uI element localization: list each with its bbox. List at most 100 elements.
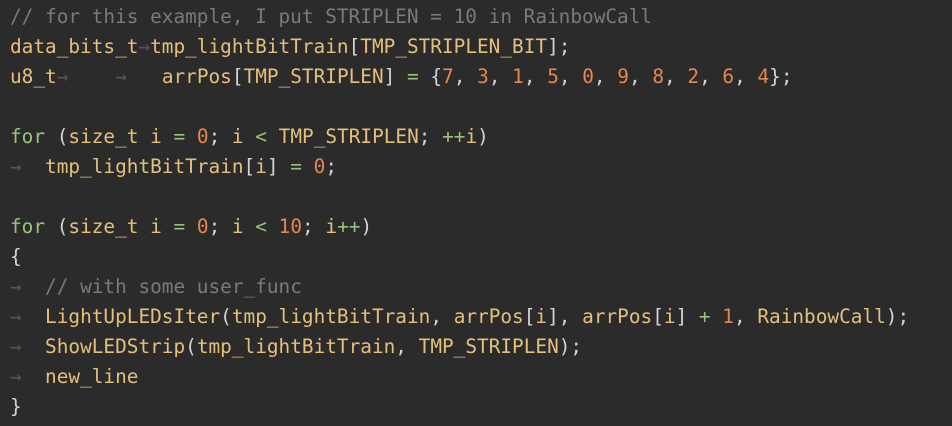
code-punctuation: } bbox=[10, 395, 22, 418]
code-identifier: TMP_STRIPLEN bbox=[243, 65, 384, 88]
code-number: 5 bbox=[547, 65, 559, 88]
code-identifier: i bbox=[150, 215, 162, 238]
code-punctuation: , bbox=[488, 65, 513, 88]
code-punctuation: [ bbox=[652, 305, 664, 328]
tab-marker-icon: → bbox=[56, 65, 69, 88]
code-punctuation: ]; bbox=[547, 35, 571, 58]
code-punctuation: , bbox=[523, 65, 548, 88]
code-line[interactable]: for (size_t i = 0; i < 10; i++) bbox=[0, 212, 952, 242]
code-identifier: i bbox=[535, 305, 548, 328]
code-identifier: i bbox=[325, 215, 338, 238]
code-line[interactable]: → tmp_lightBitTrain[i] = 0; bbox=[0, 152, 952, 182]
code-punctuation: { bbox=[10, 245, 22, 268]
code-line[interactable]: data_bits_t→tmp_lightBitTrain[TMP_STRIPL… bbox=[0, 32, 952, 62]
code-identifier: arrPos bbox=[161, 65, 232, 88]
code-number: 8 bbox=[652, 65, 665, 88]
code-punctuation: , bbox=[664, 65, 688, 88]
code-punctuation: [ bbox=[231, 65, 244, 88]
code-line[interactable]: for (size_t i = 0; i < TMP_STRIPLEN; ++i… bbox=[0, 122, 952, 152]
code-punctuation: , bbox=[734, 65, 758, 88]
code-line-empty[interactable] bbox=[0, 92, 952, 122]
code-identifier: TMP_STRIPLEN bbox=[418, 335, 559, 358]
code-type: size_t bbox=[68, 125, 139, 148]
tab-marker-icon: → bbox=[115, 65, 127, 88]
code-identifier: i bbox=[663, 305, 676, 328]
code-number: 2 bbox=[687, 65, 700, 88]
code-punctuation: ( bbox=[185, 335, 197, 358]
code-function-name: LightUpLEDsIter bbox=[45, 305, 221, 328]
code-punctuation: , bbox=[733, 305, 758, 328]
code-line-empty[interactable] bbox=[0, 182, 952, 212]
code-punctuation: ; bbox=[208, 215, 232, 238]
code-line[interactable]: u8_t→ → arrPos[TMP_STRIPLEN] = {7, 3, 1,… bbox=[0, 62, 952, 92]
code-identifier: i bbox=[465, 125, 478, 148]
code-number: 9 bbox=[617, 65, 629, 88]
code-editor[interactable]: // for this example, I put STRIPLEN = 10… bbox=[0, 0, 952, 426]
code-punctuation: [ bbox=[348, 35, 361, 58]
code-number: 1 bbox=[512, 65, 524, 88]
code-identifier: i bbox=[255, 155, 267, 178]
code-punctuation: ] bbox=[383, 65, 407, 88]
code-number: 6 bbox=[722, 65, 735, 88]
code-operator: < bbox=[255, 125, 267, 148]
code-number: 0 bbox=[196, 215, 209, 238]
code-line[interactable]: → new_line bbox=[0, 362, 952, 392]
code-punctuation: ( bbox=[45, 125, 69, 148]
code-number: 1 bbox=[722, 305, 734, 328]
code-number: 0 bbox=[196, 125, 209, 148]
code-line[interactable]: → // with some user_func bbox=[0, 272, 952, 302]
code-type: u8_t bbox=[10, 65, 57, 88]
code-punctuation: ] bbox=[266, 155, 291, 178]
code-line[interactable]: } bbox=[0, 392, 952, 422]
code-operator: ++ bbox=[337, 215, 361, 238]
code-punctuation: [ bbox=[523, 305, 536, 328]
code-identifier: arrPos bbox=[582, 305, 653, 328]
code-punctuation: ; bbox=[418, 125, 443, 148]
code-punctuation: , bbox=[453, 65, 478, 88]
code-punctuation: { bbox=[418, 65, 443, 88]
tab-marker-icon: → bbox=[138, 35, 151, 58]
tab-marker-icon: → bbox=[10, 275, 22, 298]
code-line[interactable]: // for this example, I put STRIPLEN = 10… bbox=[0, 2, 952, 32]
code-identifier: tmp_lightBitTrain bbox=[231, 305, 431, 328]
code-number: 10 bbox=[278, 215, 303, 238]
code-comment: // for this example, I put STRIPLEN = 10… bbox=[10, 5, 653, 28]
code-function-name: ShowLEDStrip bbox=[45, 335, 186, 358]
code-type: size_t bbox=[68, 215, 139, 238]
code-identifier: RainbowCall bbox=[757, 305, 886, 328]
code-keyword: for bbox=[10, 125, 46, 148]
code-punctuation: }; bbox=[769, 65, 793, 88]
code-line[interactable]: → LightUpLEDsIter(tmp_lightBitTrain, arr… bbox=[0, 302, 952, 332]
code-punctuation: , bbox=[558, 65, 583, 88]
code-line[interactable]: → ShowLEDStrip(tmp_lightBitTrain, TMP_ST… bbox=[0, 332, 952, 362]
code-punctuation: ; bbox=[325, 155, 337, 178]
code-punctuation: [ bbox=[243, 155, 256, 178]
tab-marker-icon: → bbox=[10, 155, 22, 178]
code-operator: = bbox=[407, 65, 419, 88]
code-punctuation: ( bbox=[220, 305, 232, 328]
code-punctuation: , bbox=[699, 65, 723, 88]
tab-marker-icon: → bbox=[10, 305, 22, 328]
code-number: 3 bbox=[477, 65, 489, 88]
code-identifier: i bbox=[150, 125, 162, 148]
code-number: 0 bbox=[582, 65, 594, 88]
code-operator: < bbox=[255, 215, 267, 238]
code-line[interactable]: { bbox=[0, 242, 952, 272]
code-number: 7 bbox=[442, 65, 454, 88]
